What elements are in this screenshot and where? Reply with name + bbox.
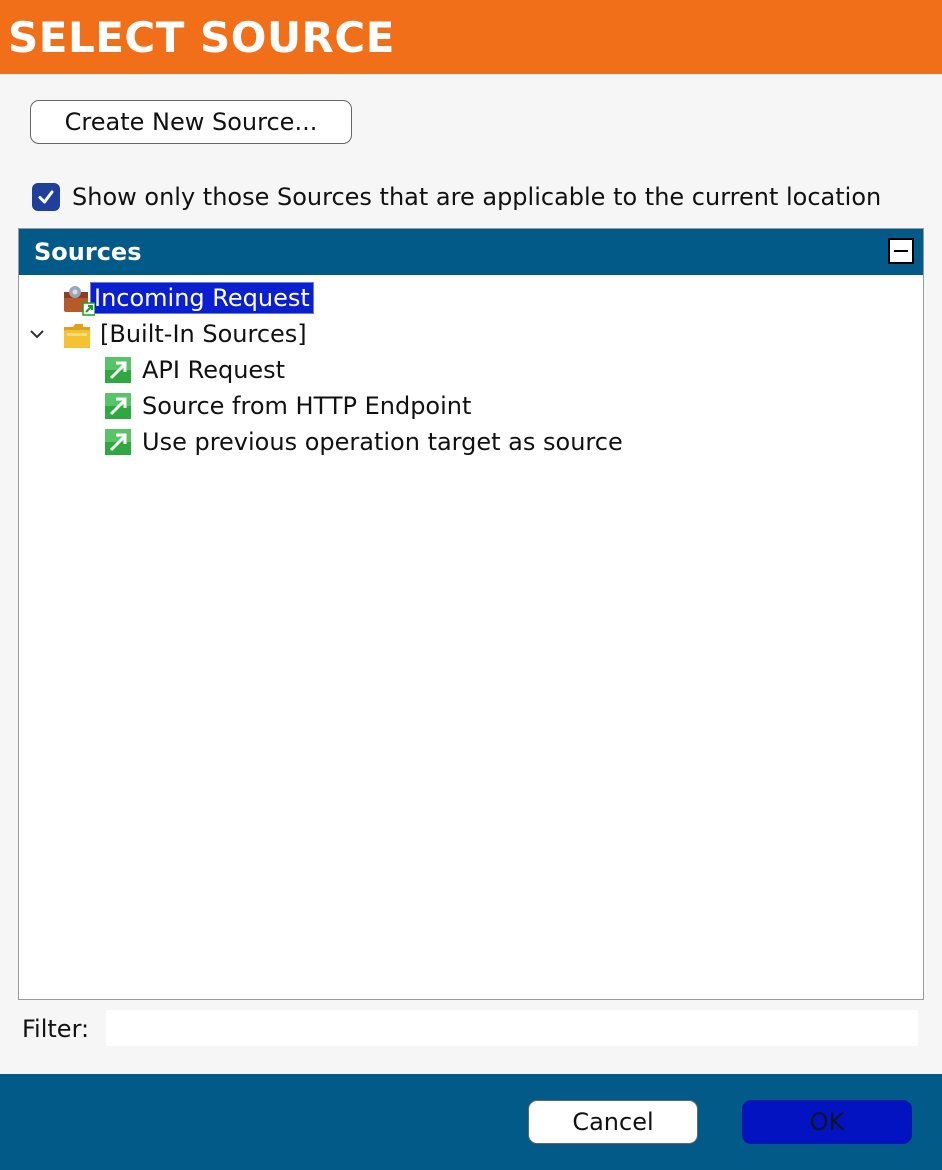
checkmark-icon	[38, 190, 54, 204]
applicable-sources-label: Show only those Sources that are applica…	[72, 183, 882, 211]
chevron-down-icon[interactable]	[25, 322, 49, 346]
tree-item-built-in-sources[interactable]: [Built-In Sources]	[25, 317, 310, 351]
tree-item-label: Incoming Request	[90, 282, 314, 314]
tree-item-previous-operation-target[interactable]: Use previous operation target as source	[103, 425, 626, 459]
collapse-panel-button[interactable]	[888, 238, 914, 264]
create-new-source-button[interactable]: Create New Source...	[30, 100, 352, 144]
filter-label: Filter:	[22, 1015, 90, 1043]
sources-tree: Incoming Request [Built-In Sources] API …	[19, 275, 923, 999]
tree-item-incoming-request[interactable]: Incoming Request	[61, 281, 314, 316]
tree-item-label: Use previous operation target as source	[142, 428, 623, 456]
folder-icon	[61, 319, 91, 349]
sources-panel: Sources Incoming Request [Built-In Sourc…	[18, 228, 924, 1000]
source-arrow-icon	[103, 355, 133, 385]
incoming-request-icon	[61, 283, 96, 316]
sources-panel-header: Sources	[19, 229, 923, 275]
cancel-button[interactable]: Cancel	[528, 1100, 698, 1144]
tree-item-label: [Built-In Sources]	[100, 320, 307, 348]
applicable-sources-option[interactable]: Show only those Sources that are applica…	[32, 180, 881, 214]
source-arrow-icon	[103, 427, 133, 457]
panel-title: Sources	[34, 238, 142, 266]
title-bar: SELECT SOURCE	[0, 0, 942, 74]
dialog-title: SELECT SOURCE	[8, 13, 395, 62]
ok-button[interactable]: OK	[742, 1100, 912, 1144]
tree-item-api-request[interactable]: API Request	[103, 353, 288, 387]
tree-item-label: API Request	[142, 356, 286, 384]
applicable-sources-checkbox[interactable]	[32, 183, 60, 211]
tree-item-label: Source from HTTP Endpoint	[142, 392, 472, 420]
filter-input[interactable]	[106, 1010, 918, 1046]
tree-item-http-endpoint[interactable]: Source from HTTP Endpoint	[103, 389, 474, 423]
source-arrow-icon	[103, 391, 133, 421]
